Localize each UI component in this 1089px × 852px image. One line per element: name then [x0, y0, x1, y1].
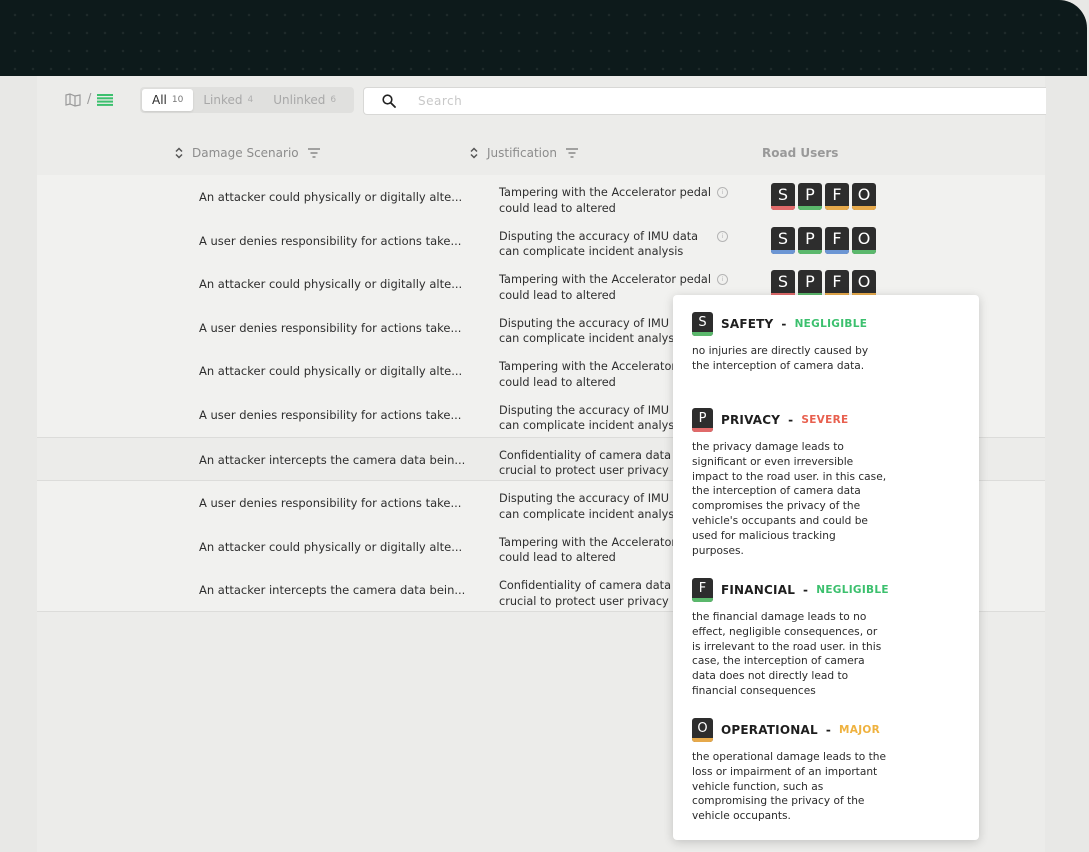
list-view-icon[interactable] — [97, 93, 114, 106]
damage-scenario-cell: An attacker could physically or digitall… — [199, 277, 463, 292]
road-user-badge[interactable]: S — [771, 183, 795, 210]
col-damage-scenario-label: Damage Scenario — [192, 146, 299, 160]
road-user-badge[interactable]: S — [771, 226, 795, 254]
col-justification-label: Justification — [487, 146, 557, 160]
filter-icon[interactable] — [565, 148, 579, 158]
popover-section-dash: - — [825, 723, 832, 737]
filter-linked-count: 4 — [247, 95, 254, 105]
popover-section-description: the financial damage leads to no effect,… — [692, 611, 882, 697]
road-user-badge[interactable]: O — [852, 183, 876, 210]
road-user-badge[interactable]: S — [771, 270, 795, 298]
popover-section-privacy: P PRIVACY - SEVERE the privacy damage leads … — [692, 408, 892, 558]
damage-scenario-cell: A user denies responsibility for actions… — [199, 496, 462, 511]
view-separator: / — [87, 92, 92, 107]
damage-scenario-cell: A user denies responsibility for actions… — [199, 320, 462, 335]
search-box — [363, 87, 1046, 115]
info-icon[interactable]: i — [717, 230, 728, 242]
road-users-popover: S SAFETY - NEGLIGIBLE no injuries are direct… — [673, 295, 979, 840]
road-user-badges[interactable]: SPFO — [771, 183, 876, 210]
damage-scenario-cell: An attacker intercepts the camera data b… — [199, 452, 466, 467]
justification-cell: Tampering with the Accelerator pedal cou… — [499, 186, 711, 215]
popover-section-header: P PRIVACY - SEVERE — [692, 408, 892, 432]
road-user-badge: S — [692, 312, 713, 336]
damage-scenario-cell: A user denies responsibility for actions… — [199, 407, 462, 422]
road-user-badges[interactable]: SPFO — [771, 226, 876, 254]
filter-linked[interactable]: Linked 4 — [193, 89, 263, 111]
col-road-users-label: Road Users — [762, 146, 839, 160]
filter-linked-label: Linked — [203, 93, 243, 107]
popover-section-header: O OPERATIONAL - MAJOR — [692, 718, 892, 742]
sort-icon[interactable] — [174, 147, 184, 159]
popover-section-dash: - — [803, 583, 809, 597]
road-user-badge[interactable]: P — [798, 226, 822, 254]
road-user-badge[interactable]: O — [852, 270, 876, 298]
road-user-badge[interactable]: F — [825, 183, 849, 210]
col-road-users: Road Users — [762, 146, 838, 160]
popover-section-description: the operational damage leads to the loss… — [692, 751, 887, 823]
popover-section-title: PRIVACY — [721, 413, 781, 427]
col-damage-scenario[interactable]: Damage Scenario — [174, 146, 321, 160]
info-icon[interactable]: i — [717, 187, 728, 198]
popover-section-safety: S SAFETY - NEGLIGIBLE no injuries are direct… — [692, 312, 892, 374]
filter-all-label: All — [152, 93, 167, 107]
toolbar: / All 10 Linked 4 Unlinked 6 — [37, 76, 1046, 126]
popover-section-title: OPERATIONAL — [721, 723, 818, 737]
info-icon[interactable]: i — [717, 274, 728, 286]
popover-section-header: F FINANCIAL - NEGLIGIBLE — [692, 578, 892, 602]
damage-scenario-cell: An attacker could physically or digitall… — [199, 539, 463, 554]
filter-unlinked-label: Unlinked — [273, 93, 326, 107]
popover-section-title: SAFETY — [721, 317, 774, 331]
damage-scenario-cell: A user denies responsibility for actions… — [199, 233, 462, 248]
table-row[interactable]: A user denies responsibility for actions… — [37, 219, 1045, 263]
damage-scenario-cell: An attacker could physically or digitall… — [199, 190, 463, 204]
road-user-badge: O — [692, 718, 713, 742]
road-user-badge: P — [692, 408, 713, 432]
popover-section-financial: F FINANCIAL - NEGLIGIBLE the financial damag… — [692, 578, 892, 699]
road-user-badge[interactable]: O — [852, 226, 876, 254]
link-filter-segmented: All 10 Linked 4 Unlinked 6 — [140, 87, 354, 113]
search-icon — [382, 94, 396, 108]
popover-section-title: FINANCIAL — [721, 583, 796, 597]
severity-level-label: SEVERE — [801, 414, 849, 426]
filter-icon[interactable] — [307, 148, 321, 158]
justification-cell: Disputing the accuracy of IMU data can c… — [499, 229, 699, 259]
damage-scenario-cell: An attacker intercepts the camera data b… — [199, 583, 466, 598]
severity-level-label: NEGLIGIBLE — [794, 318, 868, 330]
road-user-badge: F — [692, 578, 713, 602]
severity-level-label: NEGLIGIBLE — [816, 584, 889, 596]
filter-all[interactable]: All 10 — [142, 89, 194, 111]
popover-section-description: the privacy damage leads to significant … — [692, 441, 887, 557]
damage-scenario-cell: An attacker could physically or digitall… — [199, 364, 463, 379]
filter-unlinked[interactable]: Unlinked 6 — [263, 89, 346, 111]
road-user-badge[interactable]: F — [825, 226, 849, 254]
map-view-icon[interactable] — [65, 92, 81, 107]
table-header: Damage Scenario Justification Road Users — [37, 137, 1045, 177]
road-user-badge[interactable]: P — [798, 183, 822, 210]
severity-level-label: MAJOR — [839, 724, 881, 736]
popover-section-dash: - — [788, 413, 794, 427]
popover-section-description: no injuries are directly caused by the i… — [692, 345, 869, 372]
road-user-badge[interactable]: P — [798, 270, 822, 298]
filter-all-count: 10 — [171, 95, 184, 105]
filter-unlinked-count: 6 — [330, 95, 337, 105]
view-toggle: / — [65, 92, 114, 107]
road-user-badges[interactable]: SPFO — [771, 270, 876, 298]
col-justification[interactable]: Justification — [469, 146, 579, 160]
popover-section-header: S SAFETY - NEGLIGIBLE — [692, 312, 892, 336]
road-user-badge[interactable]: F — [825, 270, 849, 298]
popover-section-operational: O OPERATIONAL - MAJOR the operational damage… — [692, 718, 892, 824]
sort-icon[interactable] — [469, 147, 479, 159]
top-header-bar — [0, 0, 1087, 76]
popover-section-dash: - — [781, 317, 787, 331]
table-row[interactable]: An attacker could physically or digitall… — [37, 175, 1045, 219]
search-input[interactable] — [416, 93, 980, 109]
